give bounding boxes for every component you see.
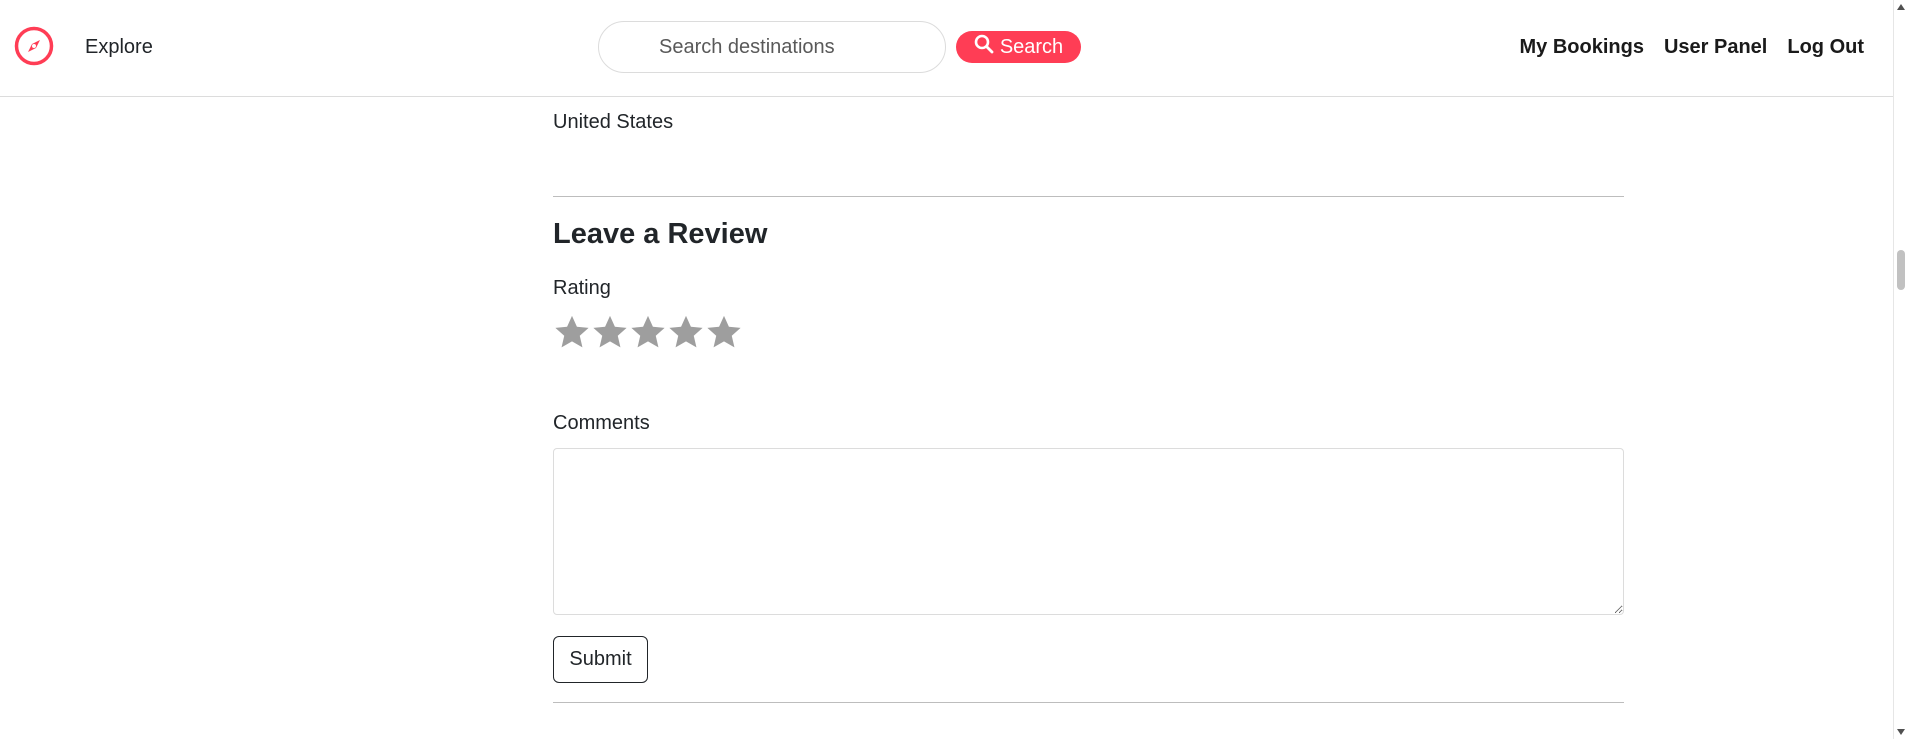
log-out-link[interactable]: Log Out (1787, 36, 1864, 59)
star-rating (553, 313, 743, 351)
submit-button[interactable]: Submit (553, 636, 648, 683)
scroll-down-icon[interactable] (1897, 729, 1905, 735)
star-2-icon[interactable] (591, 313, 629, 351)
scrollbar-thumb[interactable] (1897, 250, 1905, 290)
navbar: Explore Search My Bookings User Panel Lo… (0, 0, 1893, 97)
star-1-icon[interactable] (553, 313, 591, 351)
user-panel-link[interactable]: User Panel (1664, 36, 1767, 59)
page: Explore Search My Bookings User Panel Lo… (0, 0, 1907, 739)
explore-link[interactable]: Explore (85, 36, 153, 59)
scroll-up-icon[interactable] (1897, 4, 1905, 10)
comments-textarea[interactable] (553, 448, 1624, 615)
search-button[interactable]: Search (956, 31, 1081, 63)
scrollbar[interactable] (1893, 0, 1907, 739)
rating-label: Rating (553, 277, 611, 299)
search-input[interactable] (598, 21, 946, 73)
review-heading: Leave a Review (553, 218, 768, 250)
divider (553, 196, 1624, 197)
user-nav: My Bookings User Panel Log Out (1520, 36, 1864, 59)
star-3-icon[interactable] (629, 313, 667, 351)
star-5-icon[interactable] (705, 313, 743, 351)
search-icon (974, 34, 994, 60)
my-bookings-link[interactable]: My Bookings (1520, 36, 1644, 59)
star-4-icon[interactable] (667, 313, 705, 351)
search-button-label: Search (999, 35, 1064, 58)
compass-logo-icon[interactable] (14, 26, 54, 66)
location-country: United States (553, 111, 674, 133)
divider (553, 702, 1624, 703)
comments-label: Comments (553, 412, 650, 434)
